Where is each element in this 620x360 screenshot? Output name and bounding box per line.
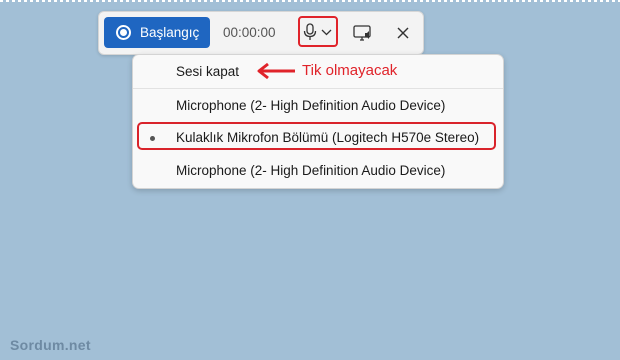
- menu-divider: [133, 88, 503, 89]
- record-button[interactable]: Başlangıç: [104, 17, 210, 48]
- menu-item-label: Microphone (2- High Definition Audio Dev…: [176, 98, 446, 113]
- screen-cast-icon: [353, 25, 371, 41]
- menu-item-label: Sesi kapat: [176, 64, 240, 79]
- menu-item-label: Kulaklık Mikrofon Bölümü (Logitech H570e…: [176, 130, 480, 145]
- annotation-text: Tik olmayacak: [302, 62, 398, 79]
- record-icon: [116, 25, 131, 40]
- close-button[interactable]: [389, 19, 417, 47]
- arrow-left-icon: [257, 62, 295, 80]
- menu-item-label: Microphone (2- High Definition Audio Dev…: [176, 163, 446, 178]
- mic-icon: [303, 23, 317, 40]
- snipping-toolbar: Başlangıç 00:00:00: [98, 11, 424, 55]
- close-icon: [397, 27, 409, 39]
- menu-item-headset[interactable]: Kulaklık Mikrofon Bölümü (Logitech H570e…: [133, 124, 503, 152]
- system-audio-button[interactable]: [348, 19, 376, 47]
- selection-border: [0, 0, 620, 2]
- record-button-label: Başlangıç: [140, 25, 200, 40]
- microphone-button[interactable]: [298, 16, 338, 47]
- bullet-icon: [150, 136, 155, 141]
- recording-timer: 00:00:00: [223, 25, 276, 40]
- menu-item-microphone-2[interactable]: Microphone (2- High Definition Audio Dev…: [133, 157, 503, 185]
- watermark: Sordum.net: [10, 337, 91, 353]
- menu-item-microphone-1[interactable]: Microphone (2- High Definition Audio Dev…: [133, 92, 503, 120]
- chevron-down-icon: [321, 29, 332, 36]
